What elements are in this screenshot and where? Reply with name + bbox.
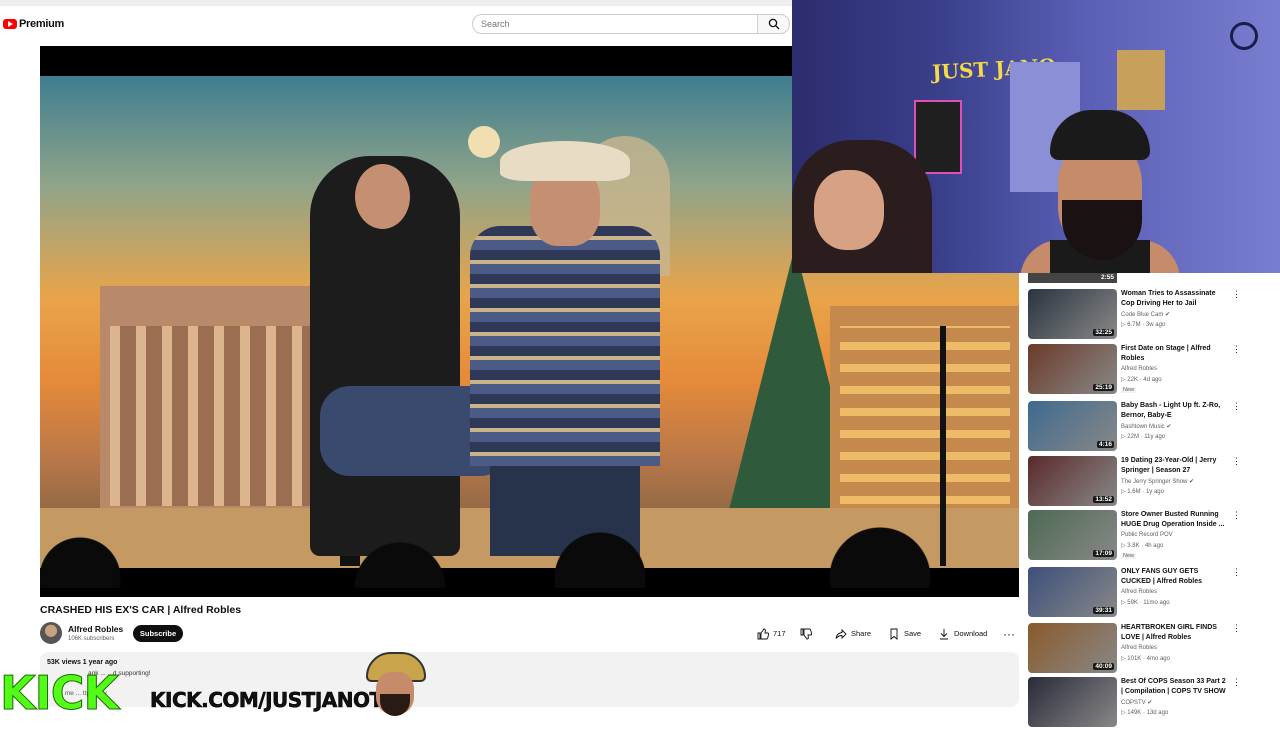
recommendation-channel[interactable]: Bashtown Music ✔ (1121, 423, 1171, 430)
more-options-icon[interactable]: ⋮ (1232, 623, 1241, 634)
recommendation-stats: ▷ 22M · 11y ago (1121, 434, 1166, 440)
streamer-guy (1010, 110, 1180, 273)
more-actions-button[interactable]: ··· (1003, 625, 1015, 642)
recommendation-stats: ▷ 1.6M · 1y ago (1121, 489, 1164, 495)
channel-name[interactable]: Alfred Robles (68, 624, 123, 634)
recommendation-title[interactable]: 19 Dating 23-Year-Old | Jerry Springer |… (1121, 456, 1229, 476)
video-duration: 39:31 (1093, 607, 1114, 614)
youtube-play-icon (3, 19, 17, 29)
video-duration: 4:16 (1096, 441, 1114, 448)
partial-thumbnail[interactable]: 2:55 (1028, 273, 1117, 283)
kick-url: KICK.COM/JUSTJANOTV (150, 688, 399, 713)
recommendation-title[interactable]: Best Of COPS Season 33 Part 2 | Compilat… (1121, 677, 1229, 697)
bookmark-icon (890, 628, 898, 640)
recommendation-stats: ▷ 149K · 13d ago (1121, 710, 1169, 716)
streamer-avatar-icon (362, 650, 426, 718)
recommendation-item[interactable]: 39:31 ONLY FANS GUY GETS CUCKED | Alfred … (1028, 567, 1280, 621)
recommendation-title[interactable]: ONLY FANS GUY GETS CUCKED | Alfred Roble… (1121, 567, 1229, 587)
recommendation-channel[interactable]: Alfred Robles (1121, 366, 1157, 372)
video-thumbnail[interactable]: 17:09 (1028, 510, 1117, 560)
video-thumbnail[interactable]: 25:19 (1028, 344, 1117, 394)
video-title: CRASHED HIS EX'S CAR | Alfred Robles (40, 604, 242, 616)
subscribe-button[interactable]: Subscribe (133, 625, 183, 642)
video-thumbnail[interactable]: 39:31 (1028, 567, 1117, 617)
like-count: 717 (773, 629, 786, 638)
download-label: Download (954, 629, 988, 638)
neon-poster (914, 100, 962, 174)
recommendation-stats: ▷ 3.8K · 4h ago (1121, 543, 1164, 549)
more-options-icon[interactable]: ⋮ (1232, 344, 1241, 355)
video-thumbnail[interactable]: 4:16 (1028, 401, 1117, 451)
video-duration: 13:52 (1093, 496, 1114, 503)
video-duration: 25:19 (1093, 384, 1114, 391)
recommendation-channel[interactable]: The Jerry Springer Show ✔ (1121, 478, 1194, 485)
webcam-overlay: JUST JANO (792, 0, 1280, 273)
more-options-icon[interactable]: ⋮ (1232, 456, 1241, 467)
recommendation-title[interactable]: Store Owner Busted Running HUGE Drug Ope… (1121, 510, 1229, 530)
video-thumbnail[interactable]: 13:52 (1028, 456, 1117, 506)
recommendation-stats: ▷ 101K · 4mo ago (1121, 656, 1170, 662)
search-input[interactable]: Search (472, 14, 758, 34)
more-options-icon[interactable]: ⋮ (1232, 289, 1241, 300)
new-badge: New (1121, 387, 1137, 393)
recommendation-title[interactable]: Baby Bash - Light Up ft. Z-Ro, Bernor, B… (1121, 401, 1229, 421)
recommendation-title[interactable]: HEARTBROKEN GIRL FINDS LOVE | Alfred Rob… (1121, 623, 1229, 643)
recommendation-stats: ▷ 59K · 11mo ago (1121, 600, 1170, 606)
wall-frame (1117, 50, 1165, 110)
video-thumbnail[interactable]: 32:25 (1028, 289, 1117, 339)
recommendation-channel[interactable]: Public Record POV (1121, 532, 1173, 538)
top-bar: Premium Search (0, 0, 792, 46)
comedian (470, 141, 660, 556)
share-label: Share (851, 629, 872, 638)
like-button[interactable]: 717 (757, 625, 812, 642)
download-icon (940, 628, 948, 639)
more-options-icon[interactable]: ⋮ (1232, 401, 1241, 412)
video-duration: 17:09 (1093, 550, 1114, 557)
download-button[interactable]: Download (938, 625, 987, 642)
thumbs-down-icon[interactable] (800, 628, 812, 640)
recommendation-item[interactable]: 4:16 Baby Bash - Light Up ft. Z-Ro, Berno… (1028, 401, 1280, 455)
search-icon (768, 18, 780, 30)
more-options-icon[interactable]: ⋮ (1232, 567, 1241, 578)
spiral-decal-icon (1230, 22, 1258, 50)
recommendation-item[interactable]: 32:25 Woman Tries to Assassinate Cop Driv… (1028, 289, 1280, 343)
save-button[interactable]: Save (888, 625, 921, 642)
recommendations-sidebar: 2:55 32:25 Woman Tries to Assassinate Cop… (1028, 273, 1280, 727)
more-options-icon[interactable]: ⋮ (1232, 510, 1241, 521)
youtube-logo[interactable]: Premium (3, 18, 64, 30)
recommendation-item[interactable]: 25:19 First Date on Stage | Alfred Robles… (1028, 344, 1280, 398)
channel-avatar[interactable] (40, 622, 62, 644)
subscriber-count: 106K subscribers (68, 636, 115, 642)
recommendation-channel[interactable]: Code Blue Cam ✔ (1121, 311, 1170, 318)
new-badge: New (1121, 553, 1137, 559)
thumbs-up-icon (757, 628, 769, 639)
kick-logo: KICK (0, 666, 120, 720)
recommendation-stats: ▷ 22K · 4d ago (1121, 377, 1162, 383)
recommendation-channel[interactable]: COPSTV ✔ (1121, 699, 1152, 706)
search-button[interactable] (757, 14, 790, 34)
more-options-icon[interactable]: ⋮ (1232, 677, 1241, 688)
save-label: Save (904, 629, 922, 638)
recommendation-item[interactable]: 17:09 Store Owner Busted Running HUGE Dru… (1028, 510, 1280, 564)
video-duration: 32:25 (1093, 329, 1114, 336)
streamer-girl (792, 140, 932, 273)
views-date: 53K views 1 year ago (47, 659, 118, 666)
recommendation-channel[interactable]: Alfred Robles (1121, 589, 1157, 595)
video-duration: 40:09 (1093, 663, 1114, 670)
share-button[interactable]: Share (835, 625, 871, 642)
recommendation-title[interactable]: First Date on Stage | Alfred Robles (1121, 344, 1229, 364)
recommendation-title[interactable]: Woman Tries to Assassinate Cop Driving H… (1121, 289, 1229, 309)
recommendation-item[interactable]: 40:09 HEARTBROKEN GIRL FINDS LOVE | Alfre… (1028, 623, 1280, 677)
recommendation-item[interactable]: 13:52 19 Dating 23-Year-Old | Jerry Sprin… (1028, 456, 1280, 510)
browser-strip (0, 0, 792, 6)
recommendation-channel[interactable]: Alfred Robles (1121, 645, 1157, 651)
recommendation-item[interactable]: Best Of COPS Season 33 Part 2 | Compilat… (1028, 677, 1280, 731)
video-duration: 2:55 (1100, 274, 1114, 281)
logo-text: Premium (19, 18, 64, 30)
share-icon (835, 628, 847, 639)
recommendation-stats: ▷ 6.7M · 3w ago (1121, 322, 1166, 328)
woman-on-stool (310, 156, 510, 556)
audience-silhouettes (40, 498, 1019, 588)
video-thumbnail[interactable]: 40:09 (1028, 623, 1117, 673)
